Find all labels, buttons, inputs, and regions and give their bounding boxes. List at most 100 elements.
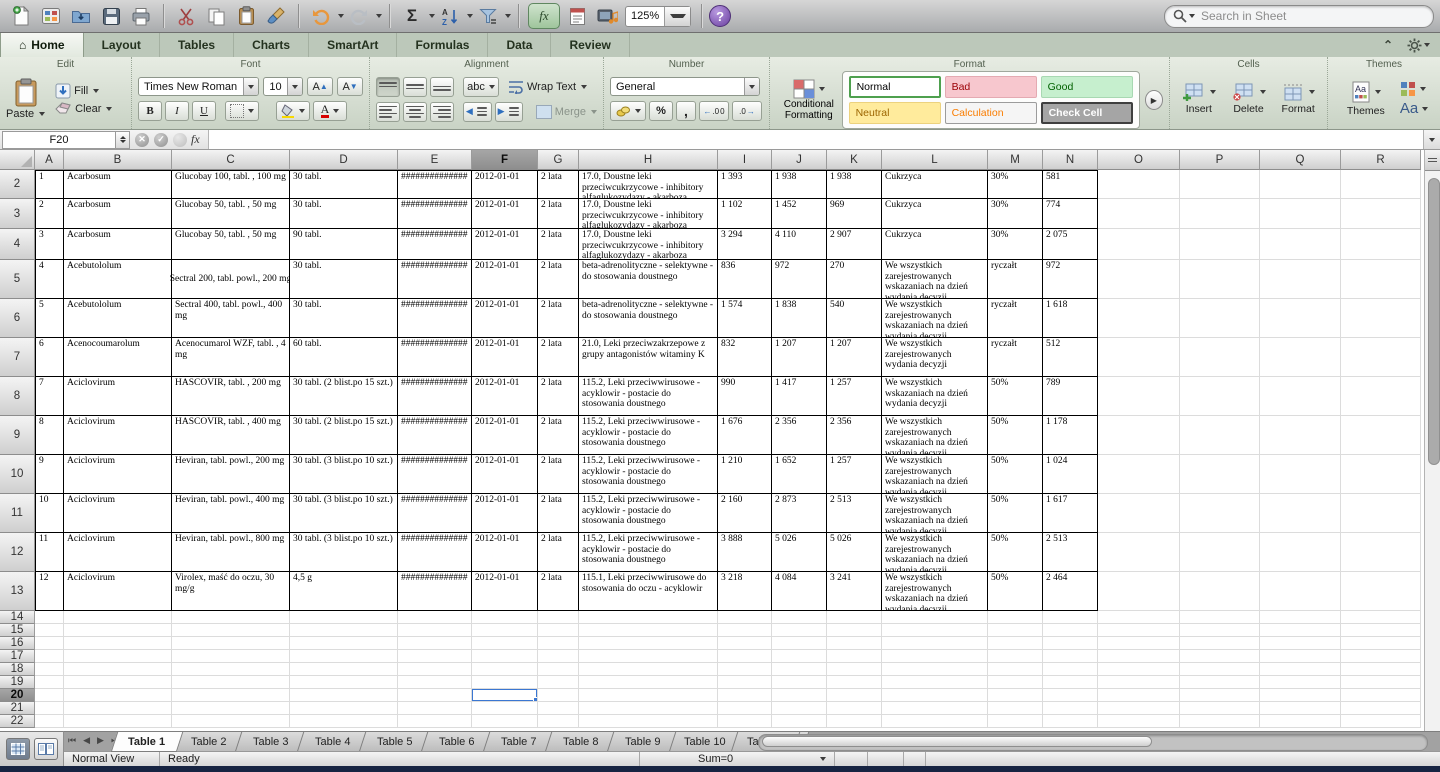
cell-E22[interactable] [398,715,472,728]
theme-fonts-button[interactable]: Aa [1400,100,1428,117]
sheet-tab-table-9[interactable]: Table 9 [607,732,679,752]
cell-A18[interactable] [35,663,64,676]
column-header-H[interactable]: H [579,150,718,170]
sum-indicator[interactable]: Sum=0 [690,752,835,766]
row-header-17[interactable]: 17 [0,650,35,663]
print-icon[interactable] [128,3,154,29]
cell-M5[interactable]: ryczałt [988,260,1043,299]
first-sheet-icon[interactable]: ⏮ [68,735,76,746]
cell-M10[interactable]: 50% [988,455,1043,494]
cell-K20[interactable] [827,689,882,702]
cell-M15[interactable] [988,624,1043,637]
cell-M16[interactable] [988,637,1043,650]
cell-H20[interactable] [579,689,718,702]
cell-G20[interactable] [538,689,579,702]
cell-O13[interactable] [1098,572,1180,611]
cell-I10[interactable]: 1 210 [718,455,772,494]
cell-style-calculation[interactable]: Calculation [945,102,1037,124]
cell-N15[interactable] [1043,624,1098,637]
cell-P8[interactable] [1180,377,1260,416]
column-header-I[interactable]: I [718,150,772,170]
cell-L21[interactable] [882,702,988,715]
filter-dropdown[interactable] [505,14,511,18]
cell-F13[interactable]: 2012-01-01 [472,572,538,611]
cell-R13[interactable] [1341,572,1421,611]
cell-C18[interactable] [172,663,290,676]
comma-button[interactable]: , [676,101,696,121]
cell-C14[interactable] [172,611,290,624]
align-right-button[interactable] [430,102,454,122]
cell-D15[interactable] [290,624,398,637]
decrease-decimal-button[interactable]: .0→ [732,101,762,121]
cell-O11[interactable] [1098,494,1180,533]
font-family-select[interactable]: Times New Roman [138,77,259,96]
cell-A8[interactable]: 7 [35,377,64,416]
redo-dropdown[interactable] [376,14,382,18]
autosum-icon[interactable]: Σ [399,3,425,29]
cell-A5[interactable]: 4 [35,260,64,299]
cell-D12[interactable]: 30 tabl. (3 blist.po 10 szt.) [290,533,398,572]
cell-N4[interactable]: 2 075 [1043,229,1098,260]
open-folder-icon[interactable] [68,3,94,29]
cell-D10[interactable]: 30 tabl. (3 blist.po 10 szt.) [290,455,398,494]
cell-H22[interactable] [579,715,718,728]
cell-Q20[interactable] [1260,689,1341,702]
cell-I20[interactable] [718,689,772,702]
cell-Q10[interactable] [1260,455,1341,494]
row-header-14[interactable]: 14 [0,611,35,624]
cell-D5[interactable]: 30 tabl. [290,260,398,299]
ribbon-collapse-icon[interactable]: ⌃ [1383,38,1393,52]
cell-B13[interactable]: Aciclovirum [64,572,172,611]
cell-R5[interactable] [1341,260,1421,299]
cell-C8[interactable]: HASCOVIR, tabl. , 200 mg [172,377,290,416]
cell-R12[interactable] [1341,533,1421,572]
ribbon-tab-home[interactable]: ⌂Home [0,33,84,57]
cell-O19[interactable] [1098,676,1180,689]
sheet-nav-buttons[interactable]: ⏮ ◀ ▶ ⏭ [68,735,119,746]
cell-C10[interactable]: Heviran, tabl. powl., 200 mg [172,455,290,494]
cell-E19[interactable] [398,676,472,689]
cell-L6[interactable]: We wszystkich zarejestrowanych wskazania… [882,299,988,338]
cell-H17[interactable] [579,650,718,663]
cell-P10[interactable] [1180,455,1260,494]
cell-O5[interactable] [1098,260,1180,299]
cell-E2[interactable]: ############## [398,170,472,199]
cell-M11[interactable]: 50% [988,494,1043,533]
format-painter-icon[interactable] [263,3,289,29]
autosum-dropdown[interactable] [429,14,435,18]
cell-B11[interactable]: Aciclovirum [64,494,172,533]
cell-I12[interactable]: 3 888 [718,533,772,572]
column-header-K[interactable]: K [827,150,882,170]
currency-button[interactable] [610,101,646,121]
name-box[interactable]: F20 [2,131,116,149]
cell-R10[interactable] [1341,455,1421,494]
cell-C21[interactable] [172,702,290,715]
row-header-2[interactable]: 2 [0,170,35,199]
enter-icon[interactable]: ✓ [154,133,168,147]
cell-D19[interactable] [290,676,398,689]
cell-I21[interactable] [718,702,772,715]
media-browser-icon[interactable] [594,3,620,29]
cell-C6[interactable]: Sectral 400, tabl. powl., 400 mg [172,299,290,338]
sheet-tab-table-7[interactable]: Table 7 [483,732,555,752]
cell-C2[interactable]: Glucobay 100, tabl. , 100 mg [172,170,290,199]
cell-L5[interactable]: We wszystkich zarejestrowanych wskazania… [882,260,988,299]
formula-builder-small-icon[interactable] [173,133,187,147]
cell-H11[interactable]: 115.2, Leki przeciwwirusowe - acyklowir … [579,494,718,533]
align-center-button[interactable] [403,102,427,122]
normal-view-button[interactable] [6,738,30,760]
cell-Q16[interactable] [1260,637,1341,650]
cell-G3[interactable]: 2 lata [538,199,579,229]
sheet-tab-table-3[interactable]: Table 3 [235,732,307,752]
cell-F6[interactable]: 2012-01-01 [472,299,538,338]
cell-M6[interactable]: ryczałt [988,299,1043,338]
align-top-button[interactable] [376,77,400,97]
cell-A14[interactable] [35,611,64,624]
cell-M20[interactable] [988,689,1043,702]
cell-O7[interactable] [1098,338,1180,377]
undo-icon[interactable] [308,3,334,29]
cell-I13[interactable]: 3 218 [718,572,772,611]
cell-G2[interactable]: 2 lata [538,170,579,199]
vertical-scrollbar[interactable] [1424,150,1440,731]
cell-P13[interactable] [1180,572,1260,611]
